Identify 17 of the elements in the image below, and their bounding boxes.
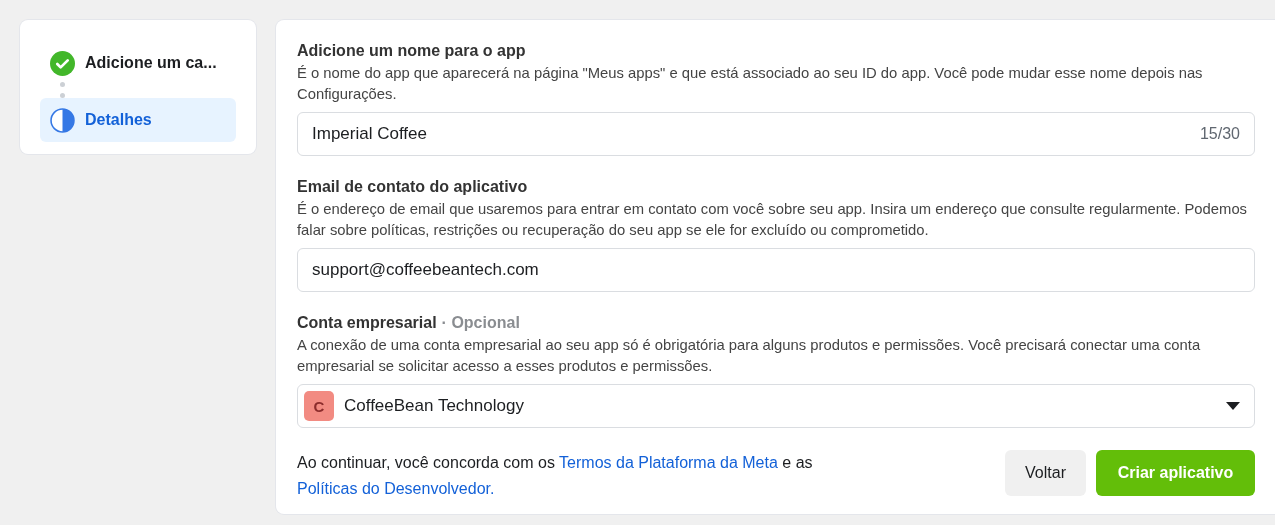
terms-link[interactable]: Termos da Plataforma da Meta: [559, 454, 778, 471]
section-description: A conexão de uma conta empresarial ao seu app só é obrigatória para alguns produtos e permissões. Você precisará conectar uma conta empresarial se solicitar acesso a esses produtos e permissões.: [297, 336, 1202, 376]
input-field[interactable]: Imperial Coffee 15/30: [297, 112, 1255, 156]
section-description: É o endereço de email que usaremos para entrar em contato com você sobre seu app. Insira um endereço que consulte regularmente. Podemos falar sobre políticas, restrições ou recuperação do seu app se ele for excluído ou comprometido.: [297, 200, 1248, 240]
section-title: Conta empresarial: [297, 314, 437, 332]
terms-link[interactable]: Políticas do Desenvolvedor.: [297, 480, 495, 497]
optional-label: · Opcional: [441, 314, 520, 332]
caret-icon: [1226, 402, 1240, 410]
input-field[interactable]: support@coffeebeantech.com: [297, 248, 1255, 292]
section-title: Adicione um nome para o app: [297, 42, 526, 60]
terms-text: Ao continuar, você concorda com os Termos da Plataforma da Meta e as Políticas do Desenvolvedor.: [297, 453, 814, 499]
step-item[interactable]: Adicione um ca...: [40, 50, 236, 76]
account-dropdown[interactable]: C CoffeeBean Technology: [297, 384, 1255, 428]
section-description: É o nome do app que aparecerá na página "Meus apps" e que está associado ao seu ID do app. Você pode mudar esse nome depois nas Configurações.: [297, 64, 1204, 104]
section-title: Email de contato do aplicativo: [297, 178, 528, 196]
step-item[interactable]: Detalhes: [40, 98, 236, 142]
back-button[interactable]: Voltar: [1005, 450, 1086, 496]
